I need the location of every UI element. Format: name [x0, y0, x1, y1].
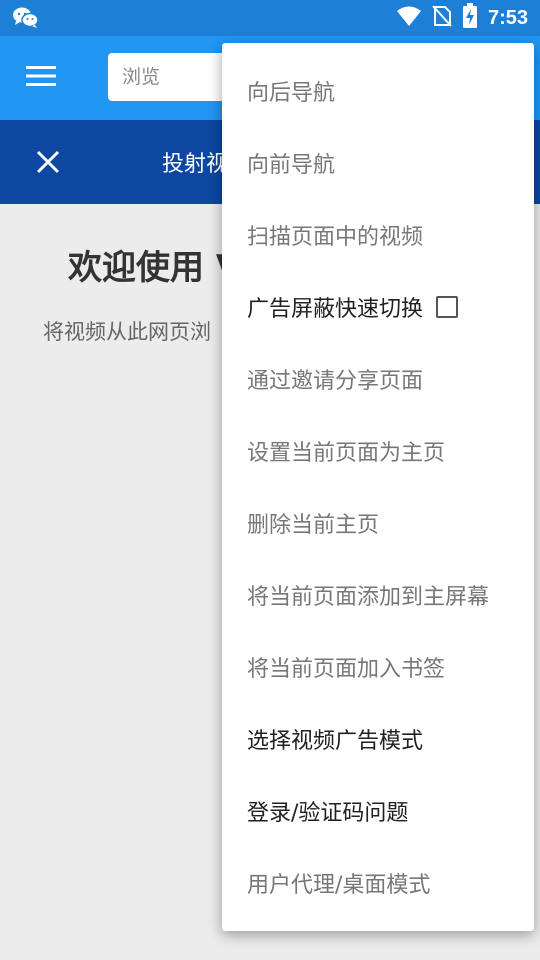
menu-item-label: 设置当前页面为主页: [247, 441, 446, 466]
battery-charging-icon: [462, 3, 478, 33]
welcome-title: 欢迎使用 V: [68, 248, 243, 288]
adblock-checkbox[interactable]: [436, 296, 459, 318]
menu-item-label: 登录/验证码问题: [247, 801, 409, 826]
menu-item-login-captcha[interactable]: 登录/验证码问题: [222, 775, 534, 847]
wifi-icon: [396, 5, 422, 31]
menu-item-navigate-back[interactable]: 向后导航: [222, 55, 534, 127]
menu-item-user-agent[interactable]: 用户代理/桌面模式: [222, 847, 534, 919]
menu-item-label: 删除当前主页: [247, 513, 380, 538]
menu-item-add-to-homescreen[interactable]: 将当前页面添加到主屏幕: [222, 559, 534, 631]
menu-item-set-homepage[interactable]: 设置当前页面为主页: [222, 415, 534, 487]
menu-item-video-ad-mode[interactable]: 选择视频广告模式: [222, 703, 534, 775]
overflow-menu: 向后导航 向前导航 扫描页面中的视频 广告屏蔽快速切换 通过邀请分享页面 设置当…: [222, 43, 534, 931]
menu-item-share-invite[interactable]: 通过邀请分享页面: [222, 343, 534, 415]
menu-item-label: 扫描页面中的视频: [247, 225, 424, 250]
menu-item-label: 向前导航: [247, 153, 336, 178]
wechat-icon: [12, 6, 40, 34]
status-bar: 7:53: [0, 0, 540, 36]
menu-item-label: 广告屏蔽快速切换: [247, 297, 424, 322]
menu-item-add-bookmark[interactable]: 将当前页面加入书签: [222, 631, 534, 703]
menu-item-scan-videos[interactable]: 扫描页面中的视频: [222, 199, 534, 271]
close-icon[interactable]: [36, 150, 60, 178]
hamburger-menu-icon[interactable]: [26, 64, 56, 92]
menu-item-label: 将当前页面加入书签: [247, 657, 446, 682]
menu-item-adblock-toggle[interactable]: 广告屏蔽快速切换: [222, 271, 534, 343]
menu-item-label: 用户代理/桌面模式: [247, 873, 431, 898]
menu-item-label: 向后导航: [247, 81, 336, 106]
welcome-description: 将视频从此网页浏: [43, 320, 211, 344]
menu-item-delete-homepage[interactable]: 删除当前主页: [222, 487, 534, 559]
menu-item-label: 选择视频广告模式: [247, 729, 424, 754]
clock: 7:53: [487, 6, 528, 29]
no-sim-icon: [432, 4, 452, 32]
cast-bar-title: 投射视: [162, 152, 229, 177]
menu-item-label: 将当前页面添加到主屏幕: [247, 585, 490, 610]
menu-item-label: 通过邀请分享页面: [247, 369, 424, 394]
menu-item-navigate-forward[interactable]: 向前导航: [222, 127, 534, 199]
